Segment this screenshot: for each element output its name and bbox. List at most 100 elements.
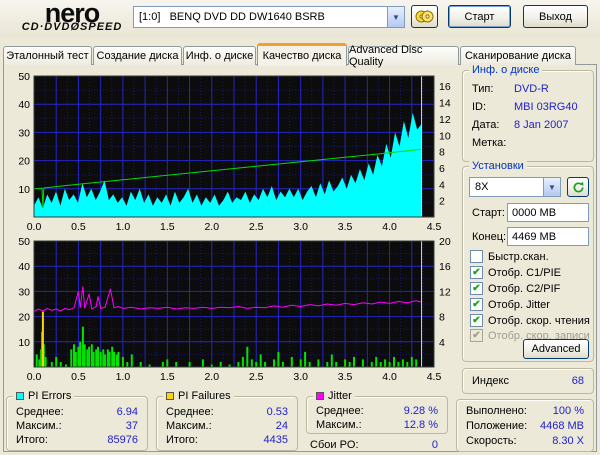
svg-text:3.0: 3.0 (293, 371, 308, 383)
pif-max-value: 24 (276, 420, 288, 432)
tab-disc-info[interactable]: Инф. о диске (183, 46, 256, 65)
checkbox-show-read-speed[interactable]: ✔Отобр. скор. чтения (470, 314, 590, 327)
svg-text:4.0: 4.0 (382, 371, 397, 383)
refresh-button[interactable] (567, 177, 589, 197)
jitter-checkbox-icon: ✔ (470, 298, 483, 311)
position-value: 4468 MB (540, 420, 584, 432)
svg-text:6: 6 (439, 163, 445, 175)
pi-failures-stats-group: PI Failures Среднее:0.53 Максим.:24 Итог… (156, 396, 298, 451)
jitter-title: Jitter (328, 389, 352, 403)
svg-text:4: 4 (439, 337, 445, 349)
checkbox-show-c1-pie[interactable]: ✔Отобр. C1/PIE (470, 266, 561, 279)
exit-button[interactable]: Выход (523, 5, 588, 28)
svg-text:0.0: 0.0 (27, 371, 42, 383)
checkbox-show-c2-pif[interactable]: ✔Отобр. C2/PIF (470, 282, 560, 295)
svg-text:3.5: 3.5 (338, 371, 353, 383)
nero-logo: nero CD·DVDØSPEED (8, 0, 136, 33)
svg-text:50: 50 (18, 236, 30, 248)
checkbox-fast-scan[interactable]: Быстр.скан. (470, 250, 549, 263)
end-mb-input[interactable] (507, 227, 589, 246)
pie-avg-label: Среднее: (16, 406, 64, 418)
po-failures-label: Сбои PO: (310, 439, 359, 451)
position-label: Положение: (466, 420, 527, 432)
svg-text:12: 12 (439, 114, 451, 126)
disc-type-value: DVD-R (514, 83, 549, 95)
svg-text:1.5: 1.5 (160, 371, 175, 383)
svg-text:10: 10 (439, 130, 451, 142)
settings-group: Установки 8X ▼ Старт: Конец: Быстр.скан.… (462, 166, 594, 362)
disc-id-value: MBI 03RG40 (514, 101, 578, 113)
start-mb-label: Старт: (472, 207, 505, 219)
jitter-avg-value: 9.28 % (404, 405, 438, 417)
pie-total-value: 85976 (107, 434, 138, 446)
nero-cd-dvd-speed-window: nero CD·DVDØSPEED [1:0] BENQ DVD DD DW16… (0, 0, 600, 455)
disc-date-label: Дата: (472, 119, 499, 131)
svg-text:8: 8 (439, 147, 445, 159)
svg-text:2.5: 2.5 (249, 371, 264, 383)
svg-text:4: 4 (439, 179, 445, 191)
speed-select-dropdown-arrow-icon[interactable]: ▼ (543, 178, 560, 196)
index-value: 68 (572, 375, 584, 387)
write-speed-checkbox-icon: ✔ (470, 329, 483, 342)
done-label: Выполнено: (466, 405, 527, 417)
disc-info-group: Инф. о диске Тип:DVD-R ID:MBI 03RG40 Дат… (462, 70, 594, 162)
fast-scan-checkbox-icon (470, 250, 483, 263)
svg-text:40: 40 (18, 99, 30, 111)
svg-text:10: 10 (18, 337, 30, 349)
drive-select[interactable]: [1:0] BENQ DVD DD DW1640 BSRB ▼ (133, 6, 405, 28)
svg-text:2: 2 (439, 196, 445, 208)
disc-info-button[interactable] (411, 5, 438, 28)
speed-select[interactable]: 8X ▼ (469, 177, 561, 197)
drive-name: BENQ DVD DD DW1640 BSRB (170, 11, 325, 23)
tab-disc-quality[interactable]: Качество диска (257, 43, 347, 66)
pie-total-label: Итого: (16, 434, 48, 446)
svg-text:12: 12 (439, 286, 451, 298)
svg-text:16: 16 (439, 81, 451, 93)
pi-failures-jitter-chart: 1020304050481216200.00.51.01.52.02.53.03… (6, 230, 458, 390)
discs-icon (415, 9, 434, 24)
svg-text:16: 16 (439, 261, 451, 273)
disc-id-label: ID: (472, 101, 486, 113)
pif-total-value: 4435 (264, 434, 288, 446)
done-value: 100 % (553, 405, 584, 417)
tab-benchmark[interactable]: Эталонный тест (3, 46, 92, 65)
jitter-legend-icon (316, 392, 324, 400)
svg-text:20: 20 (18, 312, 30, 324)
svg-text:30: 30 (18, 127, 30, 139)
svg-text:40: 40 (18, 261, 30, 273)
svg-text:14: 14 (439, 98, 451, 110)
pie-avg-value: 6.94 (117, 406, 138, 418)
pif-avg-label: Среднее: (166, 406, 214, 418)
drive-select-dropdown-arrow-icon[interactable]: ▼ (387, 7, 404, 27)
disc-date-value: 8 Jan 2007 (514, 119, 568, 131)
drive-bus: [1:0] (139, 11, 160, 23)
tab-advanced-disc-quality[interactable]: Advanced Disc Quality (348, 46, 459, 65)
drive-select-text: [1:0] BENQ DVD DD DW1640 BSRB (134, 11, 387, 23)
jitter-stats-group: Jitter Среднее:9.28 % Максим.:12.8 % (306, 396, 448, 434)
refresh-icon (572, 181, 585, 194)
pif-total-label: Итого: (166, 434, 198, 446)
pie-max-value: 37 (126, 420, 138, 432)
checkbox-show-jitter[interactable]: ✔Отобр. Jitter (470, 298, 550, 311)
start-button[interactable]: Старт (448, 5, 511, 28)
start-mb-input[interactable] (507, 203, 589, 222)
jitter-max-value: 12.8 % (404, 419, 438, 431)
read-speed-checkbox-icon: ✔ (470, 314, 483, 327)
pi-failures-legend-icon (166, 392, 174, 400)
svg-text:30: 30 (18, 286, 30, 298)
toolbar: nero CD·DVDØSPEED [1:0] BENQ DVD DD DW16… (0, 0, 600, 38)
svg-text:1.0: 1.0 (116, 371, 131, 383)
disc-info-title: Инф. о диске (469, 63, 542, 77)
c1-pie-checkbox-icon: ✔ (470, 266, 483, 279)
tab-create-disc[interactable]: Создание диска (93, 46, 182, 65)
pi-errors-title: PI Errors (28, 389, 71, 403)
advanced-button[interactable]: Advanced (523, 339, 589, 359)
speed-label: Скорость: (466, 435, 517, 447)
svg-text:20: 20 (439, 236, 451, 248)
pi-errors-chart: 10203040502468101214160.00.51.01.52.02.5… (6, 68, 458, 232)
po-failures-value: 0 (432, 439, 438, 451)
svg-text:10: 10 (18, 184, 30, 196)
speed-select-text: 8X (470, 181, 543, 193)
jitter-max-label: Максим.: (316, 419, 362, 431)
svg-text:50: 50 (18, 71, 30, 83)
